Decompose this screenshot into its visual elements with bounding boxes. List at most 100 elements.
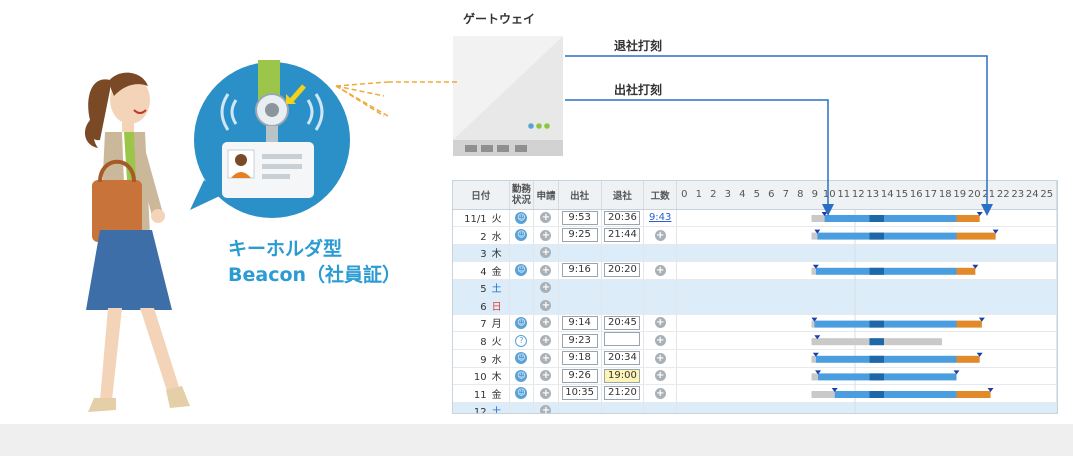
overtime-bar bbox=[956, 320, 982, 328]
checkout-time-input[interactable]: 19:00 bbox=[604, 368, 641, 383]
add-request-icon[interactable]: + bbox=[540, 247, 552, 259]
add-request-icon[interactable]: + bbox=[540, 352, 552, 364]
out-cell: 20:20 bbox=[601, 261, 645, 280]
hour-tick: 6 bbox=[768, 189, 775, 201]
woman-illustration bbox=[84, 72, 190, 412]
hour-tick: 21 bbox=[982, 189, 996, 201]
smile-status-icon: ☺ bbox=[515, 352, 528, 365]
hours-cell: + bbox=[643, 349, 678, 368]
table-header-row: 日付 勤務 状況 申請 出社 退社 工数 0 1 2 3 4 5 6 7 8 9 10 11 12 13 1… bbox=[453, 181, 1057, 210]
timeline-bars bbox=[811, 210, 999, 413]
add-request-icon[interactable]: + bbox=[540, 370, 552, 382]
hours-cell bbox=[643, 402, 678, 413]
checkin-time-input[interactable]: 9:16 bbox=[561, 263, 598, 278]
request-cell: + bbox=[533, 244, 559, 262]
add-hours-icon[interactable]: + bbox=[654, 370, 666, 382]
status-cell: ☺ bbox=[509, 209, 535, 227]
out-cell: 19:00 bbox=[601, 367, 645, 385]
smile-status-icon: ☺ bbox=[515, 387, 528, 400]
hour-tick: 9 bbox=[811, 189, 818, 201]
break-bar bbox=[869, 338, 884, 346]
date-text: 2 bbox=[480, 231, 487, 243]
idle-bar bbox=[811, 267, 816, 275]
checkout-time-input[interactable]: 20:20 bbox=[604, 263, 641, 278]
add-request-icon[interactable]: + bbox=[540, 335, 552, 346]
add-request-icon[interactable]: + bbox=[540, 212, 552, 224]
request-cell: + bbox=[533, 279, 559, 297]
idle-bar bbox=[811, 232, 818, 240]
header-out: 退社 bbox=[601, 181, 645, 210]
hour-tick: 19 bbox=[953, 189, 967, 201]
checkout-time-input[interactable]: 21:20 bbox=[604, 386, 641, 401]
add-request-icon[interactable]: + bbox=[540, 229, 552, 241]
add-request-icon[interactable]: + bbox=[540, 264, 552, 276]
checkout-time-input[interactable]: 20:36 bbox=[604, 210, 641, 225]
add-hours-icon[interactable]: + bbox=[654, 229, 666, 241]
overtime-bar bbox=[956, 267, 976, 275]
checkin-time-input[interactable]: 10:35 bbox=[561, 386, 598, 401]
date-cell: 5土 bbox=[453, 279, 510, 297]
day-name: 木 bbox=[491, 249, 502, 261]
add-request-icon[interactable]: + bbox=[540, 282, 552, 294]
checkout-time-input[interactable] bbox=[604, 332, 641, 346]
add-hours-icon[interactable]: + bbox=[654, 352, 666, 364]
hours-cell: + bbox=[643, 384, 678, 403]
checkout-time-input[interactable]: 20:34 bbox=[604, 351, 641, 366]
hour-tick: 7 bbox=[782, 189, 789, 201]
header-in: 出社 bbox=[558, 181, 602, 210]
day-name: 木 bbox=[491, 372, 502, 384]
header-date: 日付 bbox=[453, 181, 510, 210]
checkin-time-input[interactable]: 9:14 bbox=[561, 315, 598, 330]
hour-tick: 17 bbox=[924, 189, 938, 201]
gateway-device bbox=[453, 36, 563, 156]
checkout-time-input[interactable]: 20:45 bbox=[604, 315, 641, 330]
out-cell bbox=[601, 402, 645, 413]
add-request-icon[interactable]: + bbox=[540, 387, 552, 399]
checkin-time-input[interactable]: 9:25 bbox=[561, 228, 598, 243]
break-bar bbox=[869, 391, 884, 398]
date-cell: 8火 bbox=[453, 331, 510, 350]
add-request-icon[interactable]: + bbox=[540, 405, 552, 413]
idle-bar bbox=[811, 355, 816, 363]
checkin-time-input[interactable]: 9:18 bbox=[561, 351, 598, 366]
out-cell: 21:20 bbox=[601, 384, 645, 403]
hours-cell: + bbox=[643, 367, 678, 385]
day-name: 火 bbox=[491, 337, 502, 348]
out-cell bbox=[601, 279, 645, 297]
add-hours-icon[interactable]: + bbox=[654, 335, 666, 346]
add-hours-icon[interactable]: + bbox=[654, 264, 666, 276]
in-cell: 9:18 bbox=[558, 349, 602, 368]
hour-tick: 3 bbox=[724, 189, 731, 201]
out-cell: 20:36 bbox=[601, 209, 645, 227]
smile-status-icon: ☺ bbox=[515, 316, 528, 329]
add-hours-icon[interactable]: + bbox=[654, 387, 666, 399]
add-request-icon[interactable]: + bbox=[540, 317, 552, 329]
header-hours: 工数 bbox=[643, 181, 678, 210]
hours-link[interactable]: 9:43 bbox=[649, 212, 671, 223]
in-cell bbox=[558, 279, 602, 297]
gateway-title: ゲートウェイ bbox=[463, 12, 536, 26]
in-cell: 9:26 bbox=[558, 367, 602, 385]
date-cell: 2水 bbox=[453, 226, 510, 245]
add-request-icon[interactable]: + bbox=[540, 299, 552, 311]
checkin-time-input[interactable]: 9:26 bbox=[561, 368, 598, 383]
hour-tick: 0 bbox=[681, 189, 688, 201]
date-cell: 11/1 火 bbox=[453, 209, 510, 227]
out-cell: 20:34 bbox=[601, 349, 645, 368]
break-bar bbox=[869, 373, 884, 381]
checkin-label: 出社打刻 bbox=[614, 83, 663, 97]
work-bar bbox=[824, 215, 957, 222]
out-cell bbox=[601, 244, 645, 262]
hour-tick: 14 bbox=[880, 189, 894, 201]
date-text: 3 bbox=[480, 249, 487, 261]
idle-bar bbox=[811, 320, 815, 328]
checkout-label: 退社打刻 bbox=[614, 39, 663, 53]
add-hours-icon[interactable]: + bbox=[654, 317, 666, 329]
checkin-time-input[interactable]: 9:23 bbox=[561, 333, 598, 348]
work-bar bbox=[817, 232, 957, 240]
date-cell: 9水 bbox=[453, 349, 510, 368]
in-cell: 9:14 bbox=[558, 314, 602, 332]
checkin-time-input[interactable]: 9:53 bbox=[561, 210, 598, 225]
checkout-time-input[interactable]: 21:44 bbox=[604, 228, 641, 243]
date-text: 5 bbox=[480, 284, 487, 296]
